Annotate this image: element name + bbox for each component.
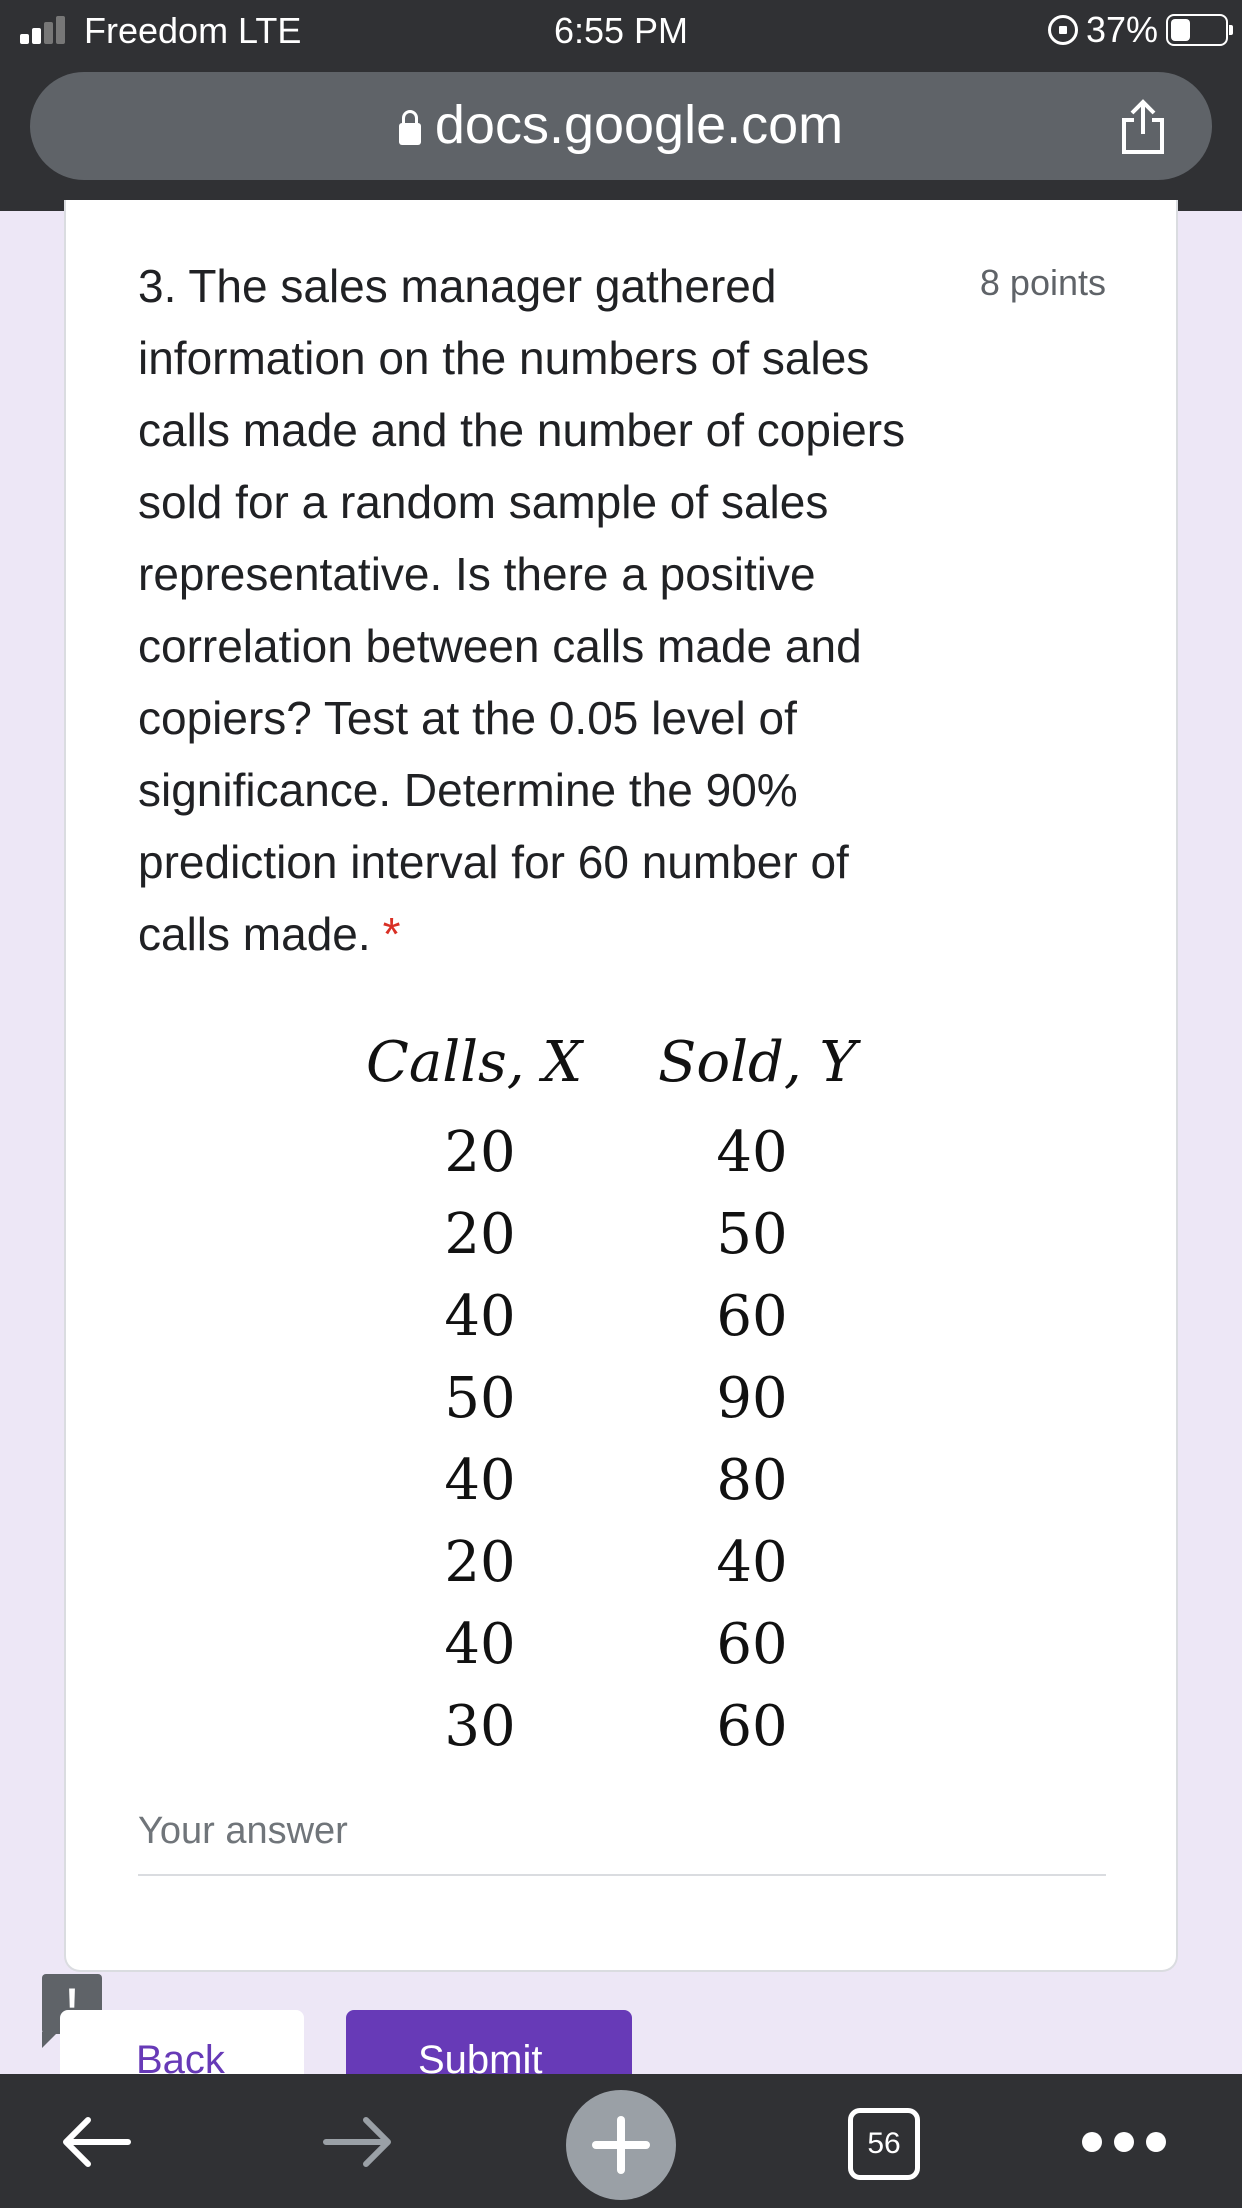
points-label: 8 points bbox=[979, 262, 1106, 303]
bottom-toolbar: 56 bbox=[0, 2074, 1242, 2208]
cell-y: 40 bbox=[716, 1120, 788, 1185]
forward-arrow-icon[interactable] bbox=[318, 2102, 398, 2182]
table-row: 30 60 bbox=[366, 1694, 926, 1776]
cell-y: 80 bbox=[716, 1448, 788, 1513]
cell-y: 50 bbox=[716, 1202, 788, 1267]
cell-x: 30 bbox=[444, 1694, 516, 1759]
cell-x: 20 bbox=[444, 1202, 516, 1267]
cell-y: 60 bbox=[716, 1284, 788, 1349]
padlock-icon bbox=[398, 110, 421, 145]
question-body: 3. The sales manager gathered informatio… bbox=[138, 260, 906, 960]
cell-x: 20 bbox=[444, 1530, 516, 1595]
table-row: 40 80 bbox=[366, 1448, 926, 1530]
question-text: 3. The sales manager gathered informatio… bbox=[138, 250, 938, 970]
battery-icon bbox=[1166, 14, 1233, 46]
cell-x: 40 bbox=[444, 1284, 516, 1349]
battery-percent: 37% bbox=[1085, 9, 1158, 50]
top-bar: Freedom LTE 6:55 PM 37% docs.google.com bbox=[0, 0, 1242, 211]
status-bar: Freedom LTE 6:55 PM 37% bbox=[0, 0, 1242, 62]
cell-y: 60 bbox=[716, 1612, 788, 1677]
header-sold: Sold, Y bbox=[658, 1030, 857, 1095]
url-bar[interactable]: docs.google.com bbox=[30, 72, 1212, 180]
required-asterisk: * bbox=[382, 908, 401, 960]
battery-area: 37% bbox=[1047, 9, 1233, 50]
rotation-lock-icon bbox=[1047, 15, 1078, 45]
back-arrow-icon[interactable] bbox=[56, 2102, 136, 2182]
cell-x: 40 bbox=[444, 1448, 516, 1513]
table-row: 20 40 bbox=[366, 1530, 926, 1612]
cell-y: 40 bbox=[716, 1530, 788, 1595]
answer-underline bbox=[138, 1874, 1106, 1876]
plus-icon[interactable] bbox=[566, 2090, 676, 2200]
more-icon[interactable] bbox=[1082, 2132, 1166, 2152]
question-card: 3. The sales manager gathered informatio… bbox=[64, 200, 1178, 1972]
battery-fill bbox=[1171, 19, 1191, 41]
share-icon[interactable] bbox=[1118, 98, 1168, 156]
table-row: 40 60 bbox=[366, 1612, 926, 1694]
tabs-icon[interactable]: 56 bbox=[848, 2108, 920, 2180]
cell-y: 60 bbox=[716, 1694, 788, 1759]
table-row: 20 40 bbox=[366, 1120, 926, 1202]
answer-input[interactable]: Your answer bbox=[138, 1810, 348, 1853]
url-display[interactable]: docs.google.com bbox=[30, 94, 1212, 156]
cell-y: 90 bbox=[716, 1366, 788, 1431]
data-table: Calls, X Sold, Y 20 40 20 50 40 60 50 90 40 8… bbox=[366, 1030, 926, 1776]
table-row: 40 60 bbox=[366, 1284, 926, 1366]
table-row: 20 50 bbox=[366, 1202, 926, 1284]
table-row: 50 90 bbox=[366, 1366, 926, 1448]
header-calls: Calls, X bbox=[366, 1030, 583, 1095]
cell-x: 50 bbox=[444, 1366, 516, 1431]
table-header: Calls, X Sold, Y bbox=[366, 1030, 926, 1120]
cell-x: 40 bbox=[444, 1612, 516, 1677]
url-text: docs.google.com bbox=[434, 95, 844, 155]
cell-x: 20 bbox=[444, 1120, 516, 1185]
